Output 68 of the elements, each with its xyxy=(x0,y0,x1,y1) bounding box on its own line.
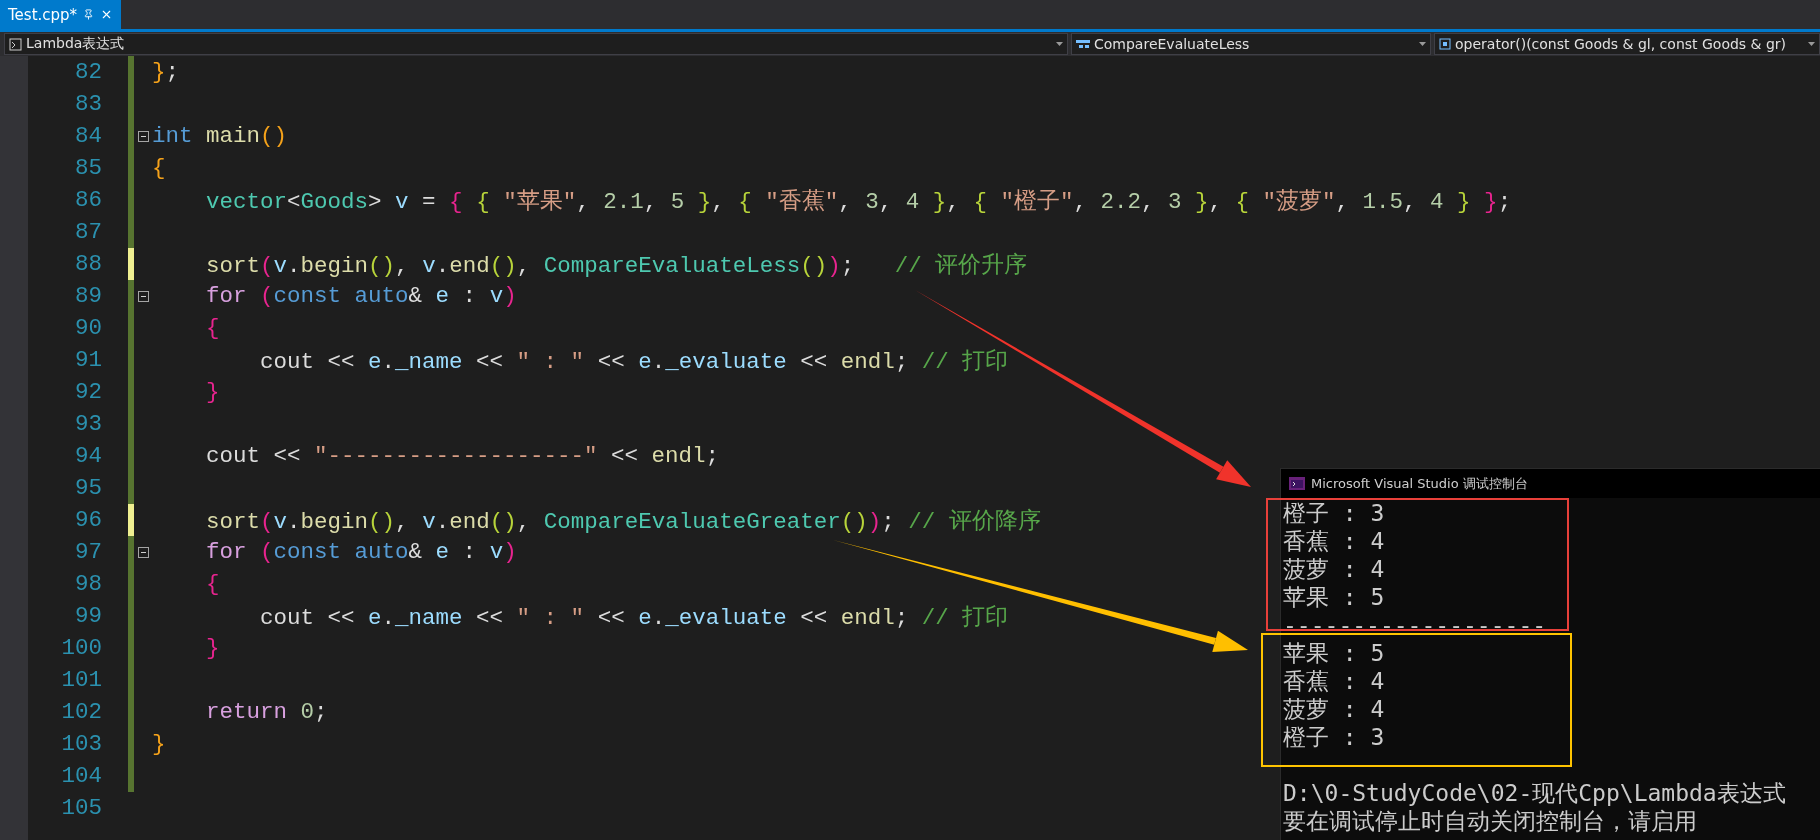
collapse-icon[interactable] xyxy=(137,546,149,558)
file-tab[interactable]: Test.cpp* xyxy=(0,0,122,29)
line-number: 102 xyxy=(61,699,102,725)
line-number: 86 xyxy=(75,187,102,213)
collapse-icon[interactable] xyxy=(137,130,149,142)
scope-icon xyxy=(9,37,22,51)
code-line: { xyxy=(205,315,220,341)
line-number: 98 xyxy=(75,571,102,597)
navigation-dropdown[interactable]: CompareEvaluateLess xyxy=(1071,33,1431,55)
line-number: 83 xyxy=(75,91,102,117)
line-number: 101 xyxy=(61,667,102,693)
console-output-line: 苹果 : 5 xyxy=(1283,639,1385,667)
line-number: 105 xyxy=(61,795,102,821)
code-line: return 0; xyxy=(205,699,328,725)
navigation-dropdown[interactable]: Lambda表达式 xyxy=(4,33,1068,55)
line-number: 90 xyxy=(75,315,102,341)
code-line: for (const auto& e : v) xyxy=(205,539,517,565)
navigation-dropdown[interactable]: operator()(const Goods & gl, const Goods & gr) xyxy=(1434,33,1820,55)
console-output-line: 菠萝 : 4 xyxy=(1283,555,1385,583)
line-number: 94 xyxy=(75,443,102,469)
dropdown-caret-icon xyxy=(1056,42,1063,46)
console-output-line: 香蕉 : 4 xyxy=(1283,527,1385,555)
method-icon xyxy=(1439,38,1451,50)
console-output-line: 苹果 : 5 xyxy=(1283,583,1385,611)
line-number: 88 xyxy=(75,251,102,277)
code-line: }; xyxy=(152,59,180,85)
console-message-line: D:\0-StudyCode\02-现代Cpp\Lambda表达式 xyxy=(1283,779,1786,807)
console-output-line: 菠萝 : 4 xyxy=(1283,695,1385,723)
code-line: { xyxy=(152,155,166,181)
line-number: 97 xyxy=(75,539,102,565)
console-output-line: ------------------- xyxy=(1283,611,1547,639)
code-line: cout << e._name << " : " << e._evaluate << endl; // 打印 xyxy=(259,603,1009,632)
line-number: 92 xyxy=(75,379,102,405)
class-icon xyxy=(1076,39,1090,49)
console-output-line: 橙子 : 3 xyxy=(1283,723,1385,751)
line-number: 84 xyxy=(75,123,102,149)
line-number: 104 xyxy=(61,763,102,789)
pin-icon[interactable] xyxy=(83,9,95,20)
line-number: 103 xyxy=(61,731,102,757)
code-line: vector<Goods> v = { { "苹果", 2.1, 5 }, { "香蕉", 3, 4 }, { "橙子", 2.2, 3 }, { "菠萝", 1.5, 4 } }; xyxy=(205,187,1512,216)
console-output-line: 香蕉 : 4 xyxy=(1283,667,1385,695)
collapse-icon[interactable] xyxy=(137,290,149,302)
console-title: Microsoft Visual Studio 调试控制台 xyxy=(1311,474,1528,493)
console-output-line: 橙子 : 3 xyxy=(1283,499,1385,527)
line-number: 95 xyxy=(75,475,102,501)
dropdown-caret-icon xyxy=(1808,42,1815,46)
code-line: int main() xyxy=(152,123,288,149)
line-number: 82 xyxy=(75,59,102,85)
code-line: cout << "-------------------" << endl; xyxy=(205,443,720,469)
console-app-icon xyxy=(1289,477,1305,490)
line-number: 99 xyxy=(75,603,102,629)
line-number: 96 xyxy=(75,507,102,533)
line-number: 100 xyxy=(61,635,102,661)
line-number: 91 xyxy=(75,347,102,373)
line-number: 85 xyxy=(75,155,102,181)
line-number: 93 xyxy=(75,411,102,437)
code-line: cout << e._name << " : " << e._evaluate << endl; // 打印 xyxy=(259,347,1009,376)
line-number: 87 xyxy=(75,219,102,245)
code-line: } xyxy=(205,379,220,405)
line-number: 89 xyxy=(75,283,102,309)
code-line: { xyxy=(205,571,220,597)
dropdown-caret-icon xyxy=(1419,42,1426,46)
code-line: sort(v.begin(), v.end(), CompareEvaluateGreater()); // 评价降序 xyxy=(205,507,1041,536)
console-message-line: 要在调试停止时自动关闭控制台，请启用 xyxy=(1283,807,1697,835)
code-line: for (const auto& e : v) xyxy=(205,283,517,309)
code-line: } xyxy=(205,635,220,661)
code-line: } xyxy=(152,731,166,757)
code-line: sort(v.begin(), v.end(), CompareEvaluateLess()); // 评价升序 xyxy=(205,251,1028,280)
